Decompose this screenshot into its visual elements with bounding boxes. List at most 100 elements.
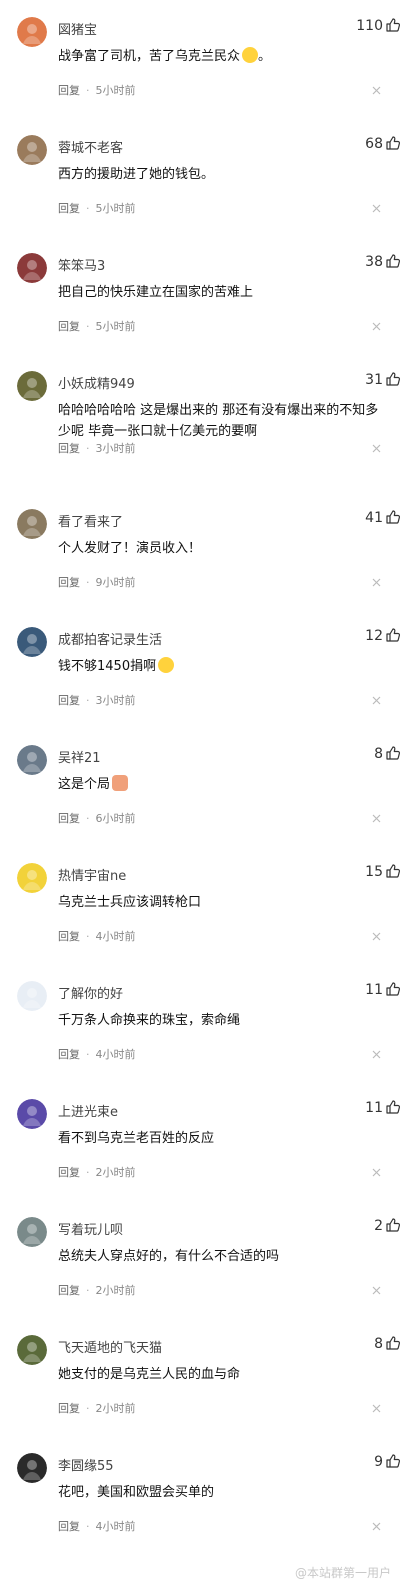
- thumbs-up-icon[interactable]: [385, 1453, 401, 1469]
- comment-text-body: 钱不够1450捐啊: [58, 659, 157, 674]
- comment-text-body: 她支付的是乌克兰人民的血与命: [58, 1367, 241, 1382]
- avatar[interactable]: [17, 17, 47, 47]
- comment-text-body: 个人发财了！演员收入！: [58, 541, 202, 556]
- reply-button[interactable]: 回复: [58, 930, 80, 943]
- close-icon[interactable]: [372, 578, 381, 587]
- thumbs-up-icon[interactable]: [385, 1099, 401, 1115]
- reply-button[interactable]: 回复: [58, 1284, 80, 1297]
- comment-text-body: 哈哈哈哈哈哈 这是爆出来的 那还有没有爆出来的不知多少呢 毕竟一张口就十亿美元的…: [58, 403, 379, 439]
- comment-item: 上进光束e 11 看不到乌克兰老百姓的反应 回复 · 2小时前: [0, 1082, 413, 1200]
- close-icon[interactable]: [372, 932, 381, 941]
- avatar[interactable]: [17, 627, 47, 657]
- meta-separator: ·: [86, 694, 90, 707]
- comment-username[interactable]: 小妖成精949: [58, 373, 135, 392]
- comment-username[interactable]: 看了看来了: [58, 511, 123, 530]
- thumbs-up-icon[interactable]: [385, 981, 401, 997]
- reply-button[interactable]: 回复: [58, 1520, 80, 1533]
- reply-button[interactable]: 回复: [58, 202, 80, 215]
- comment-username[interactable]: 図猪宝: [58, 19, 97, 38]
- thumbs-up-icon[interactable]: [385, 1217, 401, 1233]
- thumbs-up-icon[interactable]: [385, 509, 401, 525]
- reply-button[interactable]: 回复: [58, 812, 80, 825]
- comment-meta: 回复 · 2小时前: [58, 1282, 136, 1298]
- comment-username[interactable]: 李圆缘55: [58, 1455, 114, 1474]
- reply-button[interactable]: 回复: [58, 576, 80, 589]
- thumbs-up-icon[interactable]: [385, 745, 401, 761]
- like-count: 8: [374, 746, 383, 762]
- watermark: @本站群第一用户: [294, 1566, 391, 1580]
- close-icon[interactable]: [372, 444, 381, 453]
- comment-username[interactable]: 蓉城不老客: [58, 137, 123, 156]
- comment-time: 3小时前: [95, 694, 136, 707]
- comment-time: 3小时前: [95, 442, 136, 455]
- comment-text-body: 把自己的快乐建立在国家的苦难上: [58, 285, 254, 300]
- like-count: 15: [365, 864, 383, 880]
- like-count: 12: [365, 628, 383, 644]
- avatar[interactable]: [17, 745, 47, 775]
- comment-username[interactable]: 成都拍客记录生活: [58, 629, 162, 648]
- comment-meta: 回复 · 9小时前: [58, 574, 136, 590]
- reply-button[interactable]: 回复: [58, 320, 80, 333]
- close-icon[interactable]: [372, 814, 381, 823]
- reply-button[interactable]: 回复: [58, 694, 80, 707]
- comment-username[interactable]: 笨笨马3: [58, 255, 105, 274]
- comment-item: 蓉城不老客 68 西方的援助进了她的钱包。 回复 · 5小时前: [0, 118, 413, 236]
- thumbs-up-icon[interactable]: [385, 1335, 401, 1351]
- thumbs-up-icon[interactable]: [385, 17, 401, 33]
- avatar[interactable]: [17, 981, 47, 1011]
- avatar[interactable]: [17, 135, 47, 165]
- comment-username[interactable]: 飞天遁地的飞天猫: [58, 1337, 162, 1356]
- comment-meta: 回复 · 5小时前: [58, 82, 136, 98]
- comment-text: 哈哈哈哈哈哈 这是爆出来的 那还有没有爆出来的不知多少呢 毕竟一张口就十亿美元的…: [58, 400, 388, 442]
- thumbs-up-icon[interactable]: [385, 371, 401, 387]
- close-icon[interactable]: [372, 322, 381, 331]
- reply-button[interactable]: 回复: [58, 442, 80, 455]
- avatar[interactable]: [17, 1335, 47, 1365]
- thumbs-up-icon[interactable]: [385, 863, 401, 879]
- close-icon[interactable]: [372, 696, 381, 705]
- comment-username[interactable]: 写着玩儿呗: [58, 1219, 123, 1238]
- reply-button[interactable]: 回复: [58, 84, 80, 97]
- meta-separator: ·: [86, 442, 90, 455]
- reply-button[interactable]: 回复: [58, 1048, 80, 1061]
- meta-separator: ·: [86, 1520, 90, 1533]
- close-icon[interactable]: [372, 1404, 381, 1413]
- thumbs-up-icon[interactable]: [385, 627, 401, 643]
- like-count: 38: [365, 254, 383, 270]
- comment-username[interactable]: 热情宇宙ne: [58, 865, 126, 884]
- like-count: 2: [374, 1218, 383, 1234]
- close-icon[interactable]: [372, 204, 381, 213]
- comment-username[interactable]: 上进光束e: [58, 1101, 118, 1120]
- comment-username[interactable]: 了解你的好: [58, 983, 123, 1002]
- avatar[interactable]: [17, 1217, 47, 1247]
- thumbs-up-icon[interactable]: [385, 135, 401, 151]
- comment-text: 个人发财了！演员收入！: [58, 538, 388, 559]
- avatar[interactable]: [17, 1099, 47, 1129]
- comment-time: 4小时前: [95, 1520, 136, 1533]
- reply-button[interactable]: 回复: [58, 1166, 80, 1179]
- avatar[interactable]: [17, 863, 47, 893]
- thumbs-up-icon[interactable]: [385, 253, 401, 269]
- like-count: 110: [356, 18, 383, 34]
- avatar[interactable]: [17, 509, 47, 539]
- comment-text-body: 花吧，美国和欧盟会买单的: [58, 1485, 215, 1500]
- close-icon[interactable]: [372, 1050, 381, 1059]
- avatar[interactable]: [17, 1453, 47, 1483]
- close-icon[interactable]: [372, 86, 381, 95]
- comment-text: 花吧，美国和欧盟会买单的: [58, 1482, 388, 1503]
- close-icon[interactable]: [372, 1168, 381, 1177]
- reply-button[interactable]: 回复: [58, 1402, 80, 1415]
- comment-item: 热情宇宙ne 15 乌克兰士兵应该调转枪口 回复 · 4小时前: [0, 846, 413, 964]
- avatar[interactable]: [17, 253, 47, 283]
- comment-meta: 回复 · 4小时前: [58, 928, 136, 944]
- like-count: 11: [365, 1100, 383, 1116]
- comment-time: 5小时前: [95, 320, 136, 333]
- comment-meta: 回复 · 3小时前: [58, 440, 136, 456]
- meta-separator: ·: [86, 812, 90, 825]
- close-icon[interactable]: [372, 1286, 381, 1295]
- close-icon[interactable]: [372, 1522, 381, 1531]
- avatar[interactable]: [17, 371, 47, 401]
- comment-item: 看了看来了 41 个人发财了！演员收入！ 回复 · 9小时前: [0, 492, 413, 610]
- comment-text-body: 总统夫人穿点好的，有什么不合适的吗: [58, 1249, 280, 1264]
- comment-username[interactable]: 吴祥21: [58, 747, 101, 766]
